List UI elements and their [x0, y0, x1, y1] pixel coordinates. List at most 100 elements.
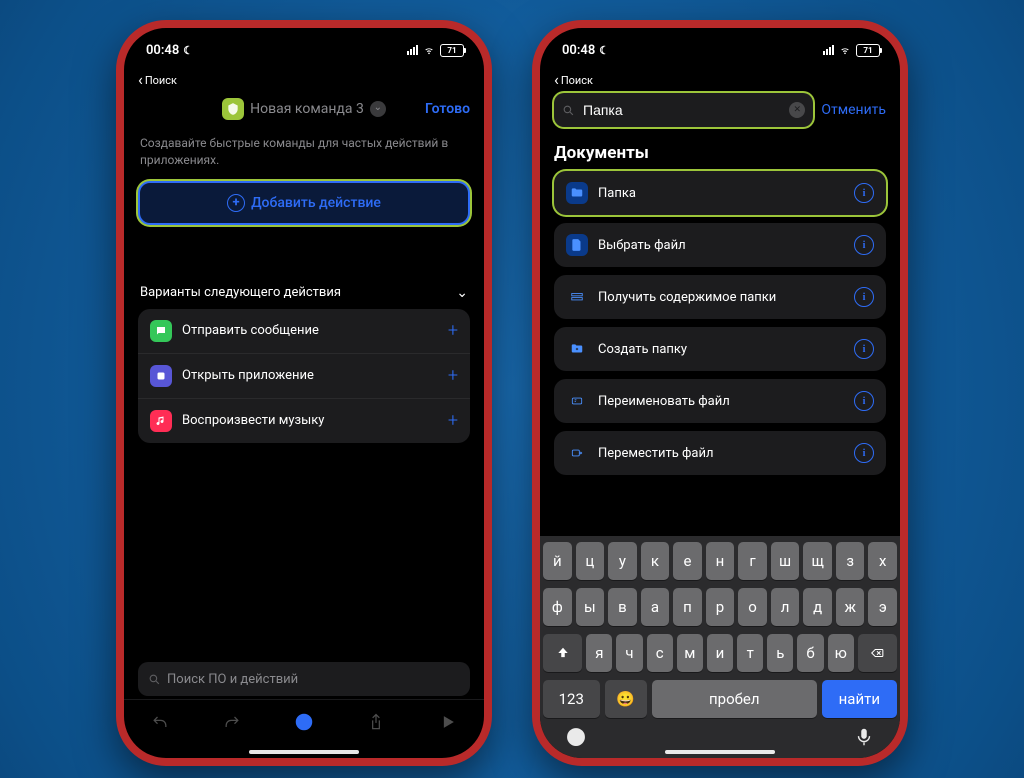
back-link[interactable]: Поиск	[124, 72, 484, 89]
new-folder-icon	[566, 338, 588, 360]
suggestions-header[interactable]: Варианты следующего действия	[138, 285, 470, 301]
key[interactable]: н	[706, 542, 735, 580]
key[interactable]: с	[647, 634, 673, 672]
key[interactable]: ы	[576, 588, 605, 626]
result-label: Выбрать файл	[598, 238, 844, 253]
add-action-button[interactable]: Добавить действие	[138, 181, 470, 225]
info-icon[interactable]: i	[854, 443, 874, 463]
key[interactable]: у	[608, 542, 637, 580]
chevron-down-icon[interactable]	[370, 101, 386, 117]
home-indicator[interactable]	[249, 750, 359, 754]
done-button[interactable]: Готово	[425, 101, 470, 117]
key[interactable]: э	[868, 588, 897, 626]
mic-icon[interactable]	[851, 724, 877, 750]
header: Новая команда 3 Готово	[138, 89, 470, 129]
result-item[interactable]: Получить содержимое папки i	[554, 275, 886, 319]
phone-right: 00:48 ☾ 71 Поиск ✕ Отменить Документы	[532, 20, 908, 766]
music-icon	[150, 410, 172, 432]
notch	[660, 28, 780, 54]
back-link[interactable]: Поиск	[540, 72, 900, 89]
result-item[interactable]: Выбрать файл i	[554, 223, 886, 267]
info-icon[interactable]: i	[854, 287, 874, 307]
shift-key[interactable]	[543, 634, 582, 672]
key[interactable]: й	[543, 542, 572, 580]
globe-icon[interactable]	[563, 724, 589, 750]
search-input-box[interactable]: ✕	[554, 93, 813, 127]
key[interactable]: и	[707, 634, 733, 672]
info-icon[interactable]: i	[854, 183, 874, 203]
description: Создавайте быстрые команды для частых де…	[138, 129, 470, 181]
key[interactable]: о	[738, 588, 767, 626]
chevron-down-icon	[456, 285, 468, 301]
folder-contents-icon	[566, 286, 588, 308]
key[interactable]: в	[608, 588, 637, 626]
info-icon[interactable]: i	[854, 235, 874, 255]
shortcut-title[interactable]: Новая команда 3	[250, 101, 364, 117]
rename-icon	[566, 390, 588, 412]
space-key[interactable]: Пробел	[652, 680, 817, 718]
home-indicator[interactable]	[665, 750, 775, 754]
redo-icon[interactable]	[222, 712, 242, 736]
key[interactable]: ч	[616, 634, 642, 672]
backspace-key[interactable]	[858, 634, 897, 672]
search-icon	[148, 673, 161, 686]
key[interactable]: ь	[767, 634, 793, 672]
key[interactable]: г	[738, 542, 767, 580]
results-list: Папка i Выбрать файл i Получить содержим…	[554, 171, 886, 475]
key[interactable]: п	[673, 588, 702, 626]
key[interactable]: ф	[543, 588, 572, 626]
key[interactable]: х	[868, 542, 897, 580]
key[interactable]: м	[677, 634, 703, 672]
clock: 00:48	[562, 43, 595, 58]
info-icon[interactable]	[294, 712, 314, 736]
key[interactable]: ж	[836, 588, 865, 626]
numbers-key[interactable]: 123	[543, 680, 600, 718]
battery-icon: 71	[440, 44, 464, 57]
keyboard: йцукенгшщзх фывапролджэ ячсмитьбю 123 😀 …	[540, 536, 900, 758]
key[interactable]: ш	[771, 542, 800, 580]
suggestion-item[interactable]: Открыть приложение +	[138, 354, 470, 399]
key[interactable]: ц	[576, 542, 605, 580]
key[interactable]: л	[771, 588, 800, 626]
suggestion-label: Открыть приложение	[182, 368, 438, 383]
result-item[interactable]: Создать папку i	[554, 327, 886, 371]
search-input[interactable]	[581, 101, 783, 119]
result-item[interactable]: Переместить файл i	[554, 431, 886, 475]
key[interactable]: к	[641, 542, 670, 580]
emoji-key[interactable]: 😀	[605, 680, 647, 718]
key[interactable]: д	[803, 588, 832, 626]
wifi-icon	[422, 45, 436, 55]
search-bar[interactable]: Поиск ПО и действий	[138, 662, 470, 696]
info-icon[interactable]: i	[854, 339, 874, 359]
plus-icon[interactable]: +	[448, 410, 458, 431]
result-item[interactable]: Переименовать файл i	[554, 379, 886, 423]
plus-circle-icon	[227, 194, 245, 212]
key[interactable]: б	[797, 634, 823, 672]
info-icon[interactable]: i	[854, 391, 874, 411]
clear-icon[interactable]: ✕	[789, 102, 805, 118]
play-icon[interactable]	[438, 712, 458, 736]
suggestion-item[interactable]: Отправить сообщение +	[138, 309, 470, 354]
key[interactable]: щ	[803, 542, 832, 580]
plus-icon[interactable]: +	[448, 365, 458, 386]
plus-icon[interactable]: +	[448, 320, 458, 341]
suggestion-label: Отправить сообщение	[182, 323, 438, 338]
result-item-folder[interactable]: Папка i	[554, 171, 886, 215]
key[interactable]: р	[706, 588, 735, 626]
key[interactable]: т	[737, 634, 763, 672]
undo-icon[interactable]	[150, 712, 170, 736]
add-action-label: Добавить действие	[251, 195, 381, 211]
key[interactable]: ю	[828, 634, 854, 672]
suggestion-item[interactable]: Воспроизвести музыку +	[138, 399, 470, 443]
key[interactable]: а	[641, 588, 670, 626]
share-icon[interactable]	[366, 712, 386, 736]
file-icon	[566, 234, 588, 256]
key[interactable]: я	[586, 634, 612, 672]
suggestion-label: Воспроизвести музыку	[182, 413, 438, 428]
clock: 00:48	[146, 43, 179, 58]
cancel-button[interactable]: Отменить	[821, 102, 886, 118]
find-key[interactable]: Найти	[822, 680, 897, 718]
key[interactable]: з	[836, 542, 865, 580]
moon-icon: ☾	[183, 44, 193, 57]
key[interactable]: е	[673, 542, 702, 580]
